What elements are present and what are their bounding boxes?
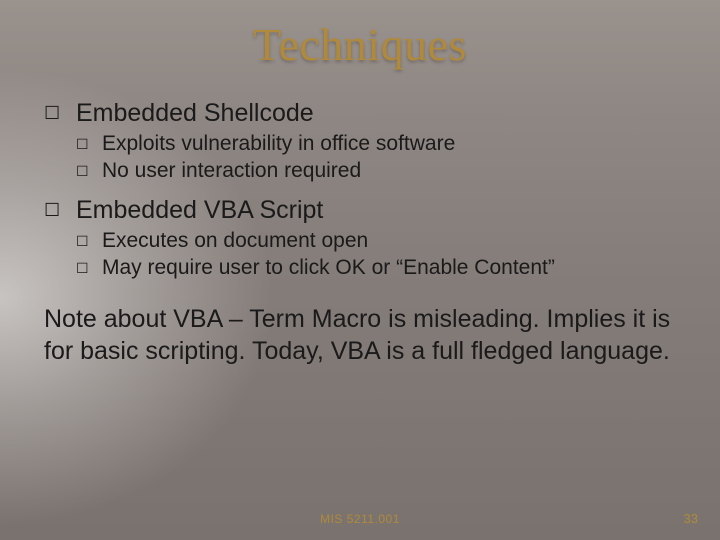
slide: Techniques ☐ Embedded Shellcode ☐ Exploi… (0, 0, 720, 540)
sub-list: ☐ Exploits vulnerability in office softw… (44, 131, 680, 184)
square-bullet-icon: ☐ (44, 97, 76, 129)
content-area: ☐ Embedded Shellcode ☐ Exploits vulnerab… (40, 97, 680, 367)
square-bullet-icon: ☐ (76, 158, 102, 184)
square-bullet-icon: ☐ (76, 228, 102, 254)
footer-course-code: MIS 5211.001 (0, 512, 720, 526)
list-item: ☐ May require user to click OK or “Enabl… (76, 255, 680, 281)
square-bullet-icon: ☐ (76, 255, 102, 281)
list-item: ☐ Exploits vulnerability in office softw… (76, 131, 680, 157)
list-item: ☐ Executes on document open (76, 228, 680, 254)
sub-item-label: No user interaction required (102, 158, 361, 184)
note-paragraph: Note about VBA – Term Macro is misleadin… (44, 303, 680, 367)
footer-page-number: 33 (684, 511, 698, 526)
square-bullet-icon: ☐ (44, 194, 76, 226)
sub-item-label: Exploits vulnerability in office softwar… (102, 131, 455, 157)
sub-item-label: May require user to click OK or “Enable … (102, 255, 555, 281)
square-bullet-icon: ☐ (76, 131, 102, 157)
sub-list: ☐ Executes on document open ☐ May requir… (44, 228, 680, 281)
sub-item-label: Executes on document open (102, 228, 368, 254)
list-item: ☐ Embedded Shellcode (44, 97, 680, 129)
item-label: Embedded Shellcode (76, 97, 314, 129)
item-label: Embedded VBA Script (76, 194, 323, 226)
list-item: ☐ No user interaction required (76, 158, 680, 184)
slide-title: Techniques (40, 18, 680, 71)
list-item: ☐ Embedded VBA Script (44, 194, 680, 226)
